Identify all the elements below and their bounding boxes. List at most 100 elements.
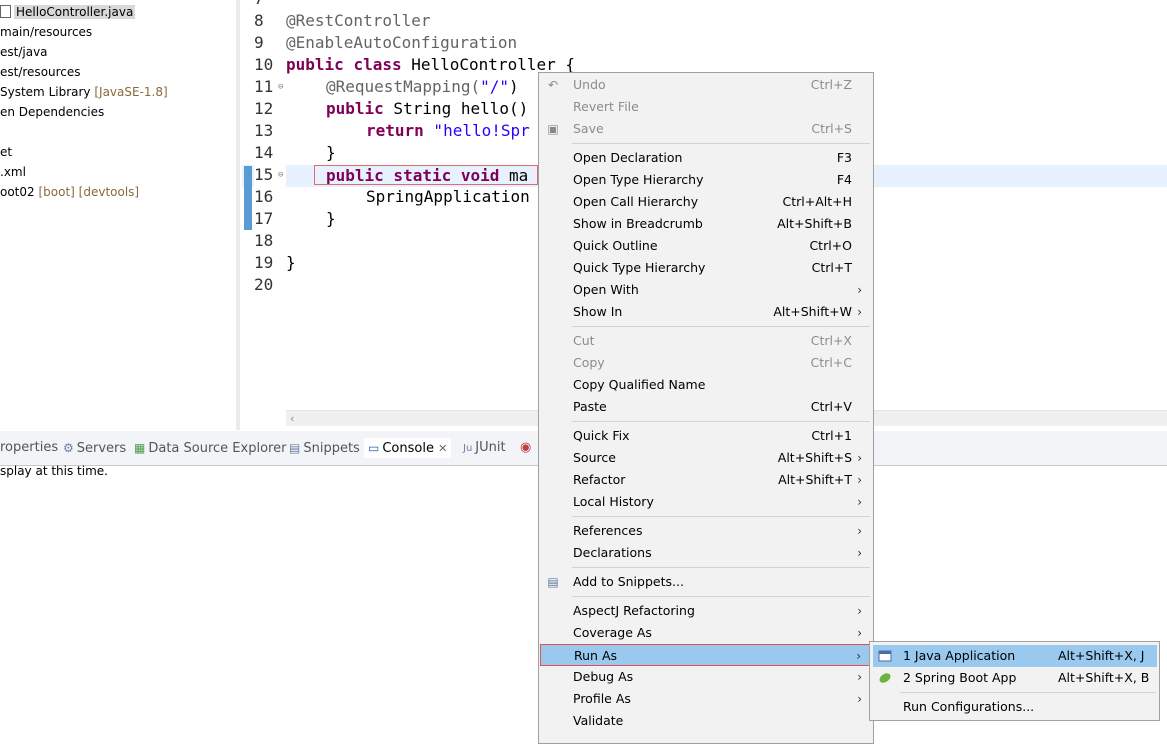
tab-console[interactable]: ▭ Console ✕: [364, 438, 452, 458]
submenu-arrow-icon: ›: [856, 649, 861, 663]
quick-diff-marker: [244, 166, 252, 230]
line-number-folded[interactable]: 15 ⊖: [254, 164, 286, 186]
menu-item-coverage-as[interactable]: Coverage As ›: [540, 622, 872, 644]
line-number: 10: [254, 55, 274, 74]
tab-data-source-explorer[interactable]: ▦ Data Source Explorer: [134, 438, 286, 458]
code-line-17: }: [326, 209, 336, 228]
menu-item-refactor[interactable]: Refactor Alt+Shift+T ›: [540, 469, 872, 491]
line-number: 8: [254, 11, 264, 30]
line-number: 20: [254, 275, 274, 294]
tab-servers[interactable]: ⚙ Servers: [63, 438, 126, 458]
submenu-arrow-icon: ›: [857, 626, 862, 640]
submenu-item-spring-boot-app[interactable]: 2 Spring Boot App Alt+Shift+X, B: [873, 667, 1157, 689]
menu-item-open-call-hierarchy[interactable]: Open Call Hierarchy Ctrl+Alt+H: [540, 191, 872, 213]
tree-item-test-resources[interactable]: est/resources: [0, 63, 81, 81]
fold-toggle-icon[interactable]: ⊖: [278, 76, 283, 98]
submenu-arrow-icon: ›: [857, 305, 862, 319]
selection-highlight-box: [314, 165, 538, 185]
junit-icon: Ju: [463, 443, 473, 454]
line-number: 13: [254, 121, 274, 140]
submenu-item-java-application[interactable]: 1 Java Application Alt+Shift+X, J: [873, 645, 1157, 667]
code-line-12: public String hello(): [326, 99, 529, 118]
code-line-14: }: [326, 143, 336, 162]
tree-item-system-library[interactable]: System Library [JavaSE-1.8]: [0, 83, 168, 101]
console-icon: ▭: [368, 441, 380, 455]
menu-item-copy-qualified-name[interactable]: Copy Qualified Name: [540, 374, 872, 396]
menu-item-show-in-breadcrumb[interactable]: Show in Breadcrumb Alt+Shift+B: [540, 213, 872, 235]
menu-separator: [572, 516, 870, 517]
tree-item-pom-xml[interactable]: .xml: [0, 163, 26, 181]
submenu-arrow-icon: ›: [857, 524, 862, 538]
menu-item-save[interactable]: ▣ Save Ctrl+S: [540, 118, 872, 140]
menu-item-open-with[interactable]: Open With ›: [540, 279, 872, 301]
menu-item-quick-type-hierarchy[interactable]: Quick Type Hierarchy Ctrl+T: [540, 257, 872, 279]
menu-separator: [572, 596, 870, 597]
tree-item-main-resources[interactable]: main/resources: [0, 23, 92, 41]
console-message: splay at this time.: [0, 464, 108, 478]
menu-item-references[interactable]: References ›: [540, 520, 872, 542]
menu-item-add-to-snippets[interactable]: ▤ Add to Snippets...: [540, 571, 872, 593]
menu-item-quick-outline[interactable]: Quick Outline Ctrl+O: [540, 235, 872, 257]
context-menu: ↶ Undo Ctrl+Z Revert File ▣ Save Ctrl+S Open…: [538, 72, 874, 744]
code-line-8: @RestController: [286, 11, 431, 30]
code-line-11: @RequestMapping("/"): [326, 77, 519, 96]
line-number: 18: [254, 231, 274, 250]
menu-item-local-history[interactable]: Local History ›: [540, 491, 872, 513]
line-number-gutter: 7 8 9 10 11⊖ 12 13 14 15⊖ 16 17 18 19 20: [254, 0, 286, 410]
error-log-icon[interactable]: ◉: [520, 438, 531, 458]
servers-icon: ⚙: [63, 441, 74, 455]
project-explorer: HelloController.java main/resources est/…: [0, 0, 236, 430]
view-divider[interactable]: [236, 0, 240, 430]
line-number: 16: [254, 187, 274, 206]
menu-item-open-declaration[interactable]: Open Declaration F3: [540, 147, 872, 169]
menu-separator: [572, 326, 870, 327]
line-number: 19: [254, 253, 274, 272]
menu-separator: [900, 692, 1156, 693]
code-line-9: @EnableAutoConfiguration: [286, 33, 518, 52]
code-line-16: SpringApplication: [366, 187, 530, 206]
submenu-item-run-configurations[interactable]: Run Configurations...: [873, 696, 1157, 718]
submenu-arrow-icon: ›: [857, 451, 862, 465]
fold-toggle-icon[interactable]: ⊖: [278, 164, 283, 186]
tree-item-test-java[interactable]: est/java: [0, 43, 48, 61]
run-as-submenu: 1 Java Application Alt+Shift+X, J 2 Spri…: [869, 641, 1160, 721]
menu-item-run-as[interactable]: Run As ›: [540, 644, 872, 666]
menu-item-declarations[interactable]: Declarations ›: [540, 542, 872, 564]
submenu-arrow-icon: ›: [857, 546, 862, 560]
submenu-arrow-icon: ›: [857, 692, 862, 706]
submenu-arrow-icon: ›: [857, 604, 862, 618]
menu-item-validate[interactable]: Validate: [540, 710, 872, 732]
menu-item-open-type-hierarchy[interactable]: Open Type Hierarchy F4: [540, 169, 872, 191]
line-number: 17: [254, 209, 274, 228]
undo-icon: ↶: [547, 78, 559, 92]
menu-item-show-in[interactable]: Show In Alt+Shift+W ›: [540, 301, 872, 323]
tree-item-maven-dependencies[interactable]: en Dependencies: [0, 103, 104, 121]
java-application-icon: [878, 650, 892, 662]
submenu-arrow-icon: ›: [857, 473, 862, 487]
menu-item-paste[interactable]: Paste Ctrl+V: [540, 396, 872, 418]
menu-item-undo[interactable]: ↶ Undo Ctrl+Z: [540, 74, 872, 96]
line-number-folded[interactable]: 11 ⊖: [254, 76, 286, 98]
menu-item-source[interactable]: Source Alt+Shift+S ›: [540, 447, 872, 469]
java-file-icon: [0, 5, 11, 18]
tab-snippets[interactable]: ▤ Snippets: [289, 438, 360, 458]
close-icon[interactable]: ✕: [438, 442, 447, 455]
tab-junit[interactable]: Ju JUnit: [463, 438, 506, 458]
menu-item-quick-fix[interactable]: Quick Fix Ctrl+1: [540, 425, 872, 447]
menu-item-profile-as[interactable]: Profile As ›: [540, 688, 872, 710]
menu-item-debug-as[interactable]: Debug As ›: [540, 666, 872, 688]
snippets-icon: ▤: [289, 441, 301, 455]
tree-item-target[interactable]: et: [0, 143, 12, 161]
menu-separator: [572, 421, 870, 422]
tab-properties[interactable]: roperties: [0, 438, 58, 458]
tree-item-hello-controller[interactable]: HelloController.java: [0, 3, 136, 21]
menu-item-cut[interactable]: Cut Ctrl+X: [540, 330, 872, 352]
tree-item-project[interactable]: oot02 [boot] [devtools]: [0, 183, 139, 201]
scroll-left-icon[interactable]: ‹: [290, 411, 294, 426]
menu-separator: [572, 567, 870, 568]
menu-item-revert-file[interactable]: Revert File: [540, 96, 872, 118]
line-number: 7: [254, 0, 286, 10]
menu-separator: [572, 143, 870, 144]
menu-item-aspectj-refactoring[interactable]: AspectJ Refactoring ›: [540, 600, 872, 622]
menu-item-copy[interactable]: Copy Ctrl+C: [540, 352, 872, 374]
